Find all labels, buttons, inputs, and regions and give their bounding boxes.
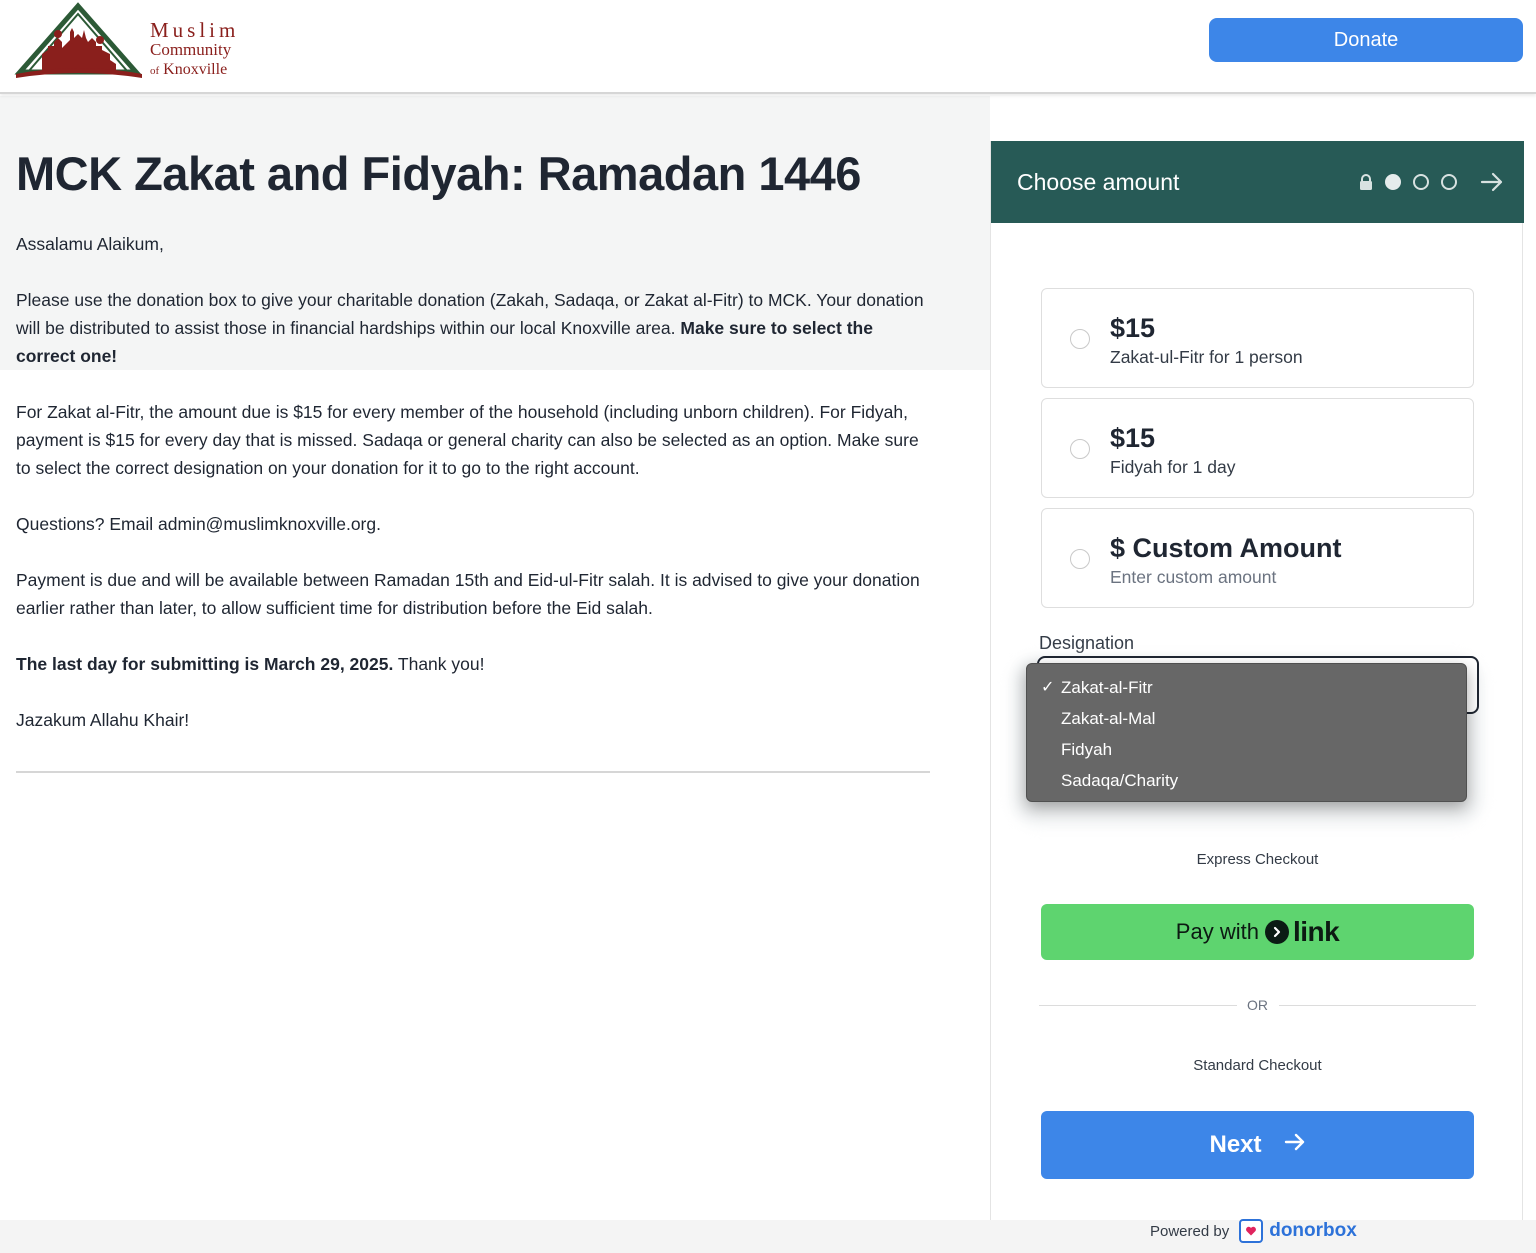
next-label: Next xyxy=(1209,1131,1262,1158)
logo-text: Muslim Community of Knoxville xyxy=(150,20,239,81)
amount-description: Zakat-ul-Fitr for 1 person xyxy=(1110,347,1303,367)
or-label: OR xyxy=(1247,997,1268,1013)
radio-button[interactable] xyxy=(1070,549,1090,569)
express-checkout-label: Express Checkout xyxy=(1196,851,1319,868)
donorbox-heart-icon xyxy=(1239,1219,1264,1243)
amount-option-custom[interactable]: $ Custom Amount Enter custom amount xyxy=(1041,508,1474,608)
closing-text: Jazakum Allahu Khair! xyxy=(16,710,190,730)
custom-amount-placeholder[interactable]: Enter custom amount xyxy=(1110,567,1276,588)
questions-paragraph: Questions? Email admin@muslimknoxville.o… xyxy=(16,514,381,534)
page-title: MCK Zakat and Fidyah: Ramadan 1446 xyxy=(16,147,861,200)
designation-option-zakat-al-fitr[interactable]: ✓ Zakat-al-Fitr xyxy=(1027,672,1466,703)
step-dot xyxy=(1441,174,1457,190)
designation-option-sadaqa-charity[interactable]: Sadaqa/Charity xyxy=(1027,765,1466,796)
step-indicator xyxy=(1359,174,1457,190)
amount-option-fidyah[interactable]: $15 Fidyah for 1 day xyxy=(1041,398,1474,498)
next-button[interactable]: Next xyxy=(1041,1111,1474,1179)
panel-title: Choose amount xyxy=(1017,169,1180,195)
designation-dropdown-menu: ✓ Zakat-al-Fitr Zakat-al-Mal Fidyah Sada… xyxy=(1026,663,1467,802)
standard-checkout-label: Standard Checkout xyxy=(1193,1057,1322,1074)
amount-value: $15 xyxy=(1110,423,1156,453)
pay-with-text: Pay with xyxy=(1175,919,1259,944)
panel-header: Choose amount xyxy=(991,141,1524,223)
designation-option-zakat-al-mal[interactable]: Zakat-al-Mal xyxy=(1027,703,1466,734)
step-dot xyxy=(1413,174,1429,190)
logo-line-3: of Knoxville xyxy=(150,60,239,81)
campaign-description: MCK Zakat and Fidyah: Ramadan 1446 Assal… xyxy=(16,146,931,762)
deadline-bold-text: The last day for submitting is March 29,… xyxy=(16,654,394,674)
donate-button[interactable]: Donate xyxy=(1209,18,1523,62)
greeting-text: Assalamu Alaikum, xyxy=(16,234,164,254)
checkmark-icon: ✓ xyxy=(1041,679,1055,696)
amount-value: $15 xyxy=(1110,313,1156,343)
link-brand-text: link xyxy=(1292,916,1340,947)
deadline-paragraph: The last day for submitting is March 29,… xyxy=(16,650,931,678)
top-bar: Muslim Community of Knoxville Donate xyxy=(0,0,1536,94)
link-chevron-icon xyxy=(1264,920,1289,944)
donorbox-brand-text: donorbox xyxy=(1269,1220,1357,1241)
lock-icon xyxy=(1359,174,1373,190)
radio-button[interactable] xyxy=(1070,329,1090,349)
mck-logo[interactable]: Muslim Community of Knoxville xyxy=(14,2,264,82)
donation-widget: Choose amount $15 Zakat-ul-Fitr for 1 pe… xyxy=(990,141,1524,1253)
intro-paragraph: Please use the donation box to give your… xyxy=(16,286,931,370)
designation-option-fidyah[interactable]: Fidyah xyxy=(1027,734,1466,765)
logo-line-1: Muslim xyxy=(150,18,240,42)
step-dot-active xyxy=(1385,174,1401,190)
zakat-info-paragraph: For Zakat al-Fitr, the amount due is $15… xyxy=(16,402,919,478)
arrow-right-icon[interactable] xyxy=(1479,169,1505,195)
amount-value: $ Custom Amount xyxy=(1110,533,1342,563)
logo-line-3-prefix: of xyxy=(150,65,160,77)
payment-window-paragraph: Payment is due and will be available bet… xyxy=(16,570,920,618)
logo-line-2: Community xyxy=(150,40,232,59)
radio-button[interactable] xyxy=(1070,439,1090,459)
amount-option-zakat-ul-fitr[interactable]: $15 Zakat-ul-Fitr for 1 person xyxy=(1041,288,1474,388)
mosque-logo-icon xyxy=(14,2,142,78)
powered-by-text: Powered by xyxy=(1150,1222,1230,1240)
option-label: Zakat-al-Fitr xyxy=(1061,678,1153,697)
thanks-text: Thank you! xyxy=(397,654,485,674)
amount-description: Fidyah for 1 day xyxy=(1110,457,1236,477)
content-divider xyxy=(16,771,930,773)
logo-line-3-word: Knoxville xyxy=(163,61,228,78)
pay-with-link-button[interactable]: Pay with link xyxy=(1041,904,1474,960)
arrow-right-icon xyxy=(1284,1131,1306,1160)
powered-by-donorbox[interactable]: Powered by donorbox xyxy=(1150,1216,1357,1246)
designation-label: Designation xyxy=(1039,633,1135,653)
